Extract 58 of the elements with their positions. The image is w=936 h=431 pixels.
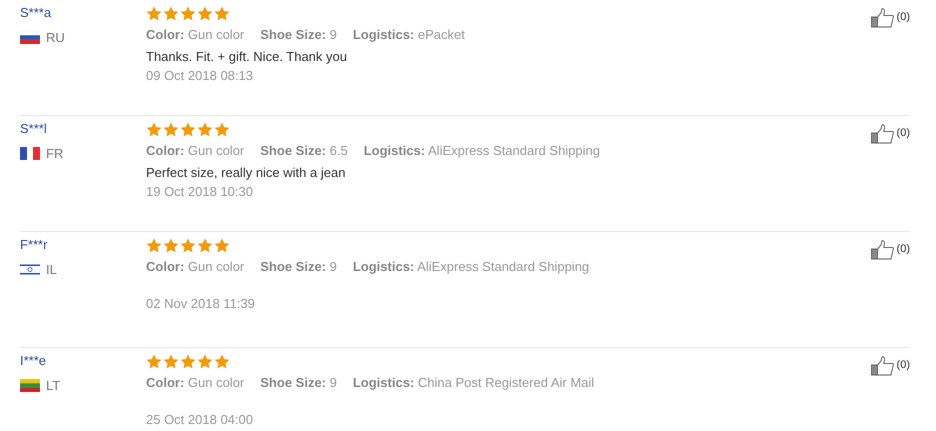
thumbs-up-icon[interactable] bbox=[870, 124, 895, 144]
shoe-size-info: Shoe Size: 9 bbox=[260, 259, 337, 274]
country-code: IL bbox=[46, 262, 57, 277]
shoe-size-info: Shoe Size: 6.5 bbox=[260, 143, 348, 158]
shoe-size-info: Shoe Size: 9 bbox=[260, 27, 337, 42]
star-icon bbox=[180, 354, 196, 369]
star-icon bbox=[180, 238, 196, 253]
country-code: FR bbox=[46, 146, 64, 161]
like-count: (0) bbox=[896, 10, 910, 25]
color-info: Color: Gun color bbox=[146, 259, 244, 274]
color-info: Color: Gun color bbox=[146, 27, 244, 42]
shoe-size-info: Shoe Size: 9 bbox=[260, 375, 337, 390]
reviewer-name[interactable]: I***e bbox=[20, 352, 46, 370]
star-icon bbox=[163, 122, 179, 137]
thumbs-up-icon[interactable] bbox=[870, 8, 895, 28]
star-icon bbox=[163, 354, 179, 369]
star-icon bbox=[214, 238, 230, 253]
star-icon bbox=[214, 122, 230, 137]
thumbs-up-icon[interactable] bbox=[870, 240, 895, 260]
star-icon bbox=[197, 238, 213, 253]
thumbs-up-icon[interactable] bbox=[870, 356, 895, 376]
reviewer-name[interactable]: S***l bbox=[20, 120, 47, 138]
country-code: RU bbox=[46, 30, 65, 45]
like-count: (0) bbox=[896, 126, 910, 141]
flag-icon bbox=[20, 263, 40, 276]
review-date: 19 Oct 2018 10:30 bbox=[146, 184, 253, 199]
star-icon bbox=[214, 354, 230, 369]
review-date: 25 Oct 2018 04:00 bbox=[146, 412, 253, 427]
like-count: (0) bbox=[896, 358, 910, 373]
flag-icon bbox=[20, 147, 40, 160]
star-icon bbox=[197, 122, 213, 137]
star-icon bbox=[146, 122, 162, 137]
star-icon bbox=[197, 6, 213, 21]
logistics-info: Logistics: AliExpress Standard Shipping bbox=[364, 143, 600, 158]
country-code: LT bbox=[46, 378, 60, 393]
star-icon bbox=[146, 238, 162, 253]
star-icon bbox=[214, 6, 230, 21]
review-date: 02 Nov 2018 11:39 bbox=[146, 296, 255, 311]
star-icon bbox=[180, 6, 196, 21]
color-info: Color: Gun color bbox=[146, 375, 244, 390]
flag-icon bbox=[20, 379, 40, 392]
logistics-info: Logistics: ePacket bbox=[352, 27, 465, 42]
star-icon bbox=[197, 354, 213, 369]
star-icon bbox=[163, 238, 179, 253]
flag-icon bbox=[20, 31, 40, 44]
star-icon bbox=[146, 354, 162, 369]
reviewer-name[interactable]: S***a bbox=[20, 4, 52, 22]
star-icon bbox=[146, 6, 162, 21]
review-comment: Perfect size, really nice with a jean bbox=[146, 164, 346, 180]
reviewer-name[interactable]: F***r bbox=[20, 236, 48, 254]
logistics-info: Logistics: China Post Registered Air Mail bbox=[352, 375, 594, 390]
logistics-info: Logistics: AliExpress Standard Shipping bbox=[352, 259, 590, 274]
star-icon bbox=[180, 122, 196, 137]
review-date: 09 Oct 2018 08:13 bbox=[146, 68, 253, 83]
color-info: Color: Gun color bbox=[146, 143, 244, 158]
star-icon bbox=[163, 6, 179, 21]
like-count: (0) bbox=[896, 242, 910, 257]
review-comment: Thanks. Fit. + gift. Nice. Thank you bbox=[146, 48, 347, 64]
